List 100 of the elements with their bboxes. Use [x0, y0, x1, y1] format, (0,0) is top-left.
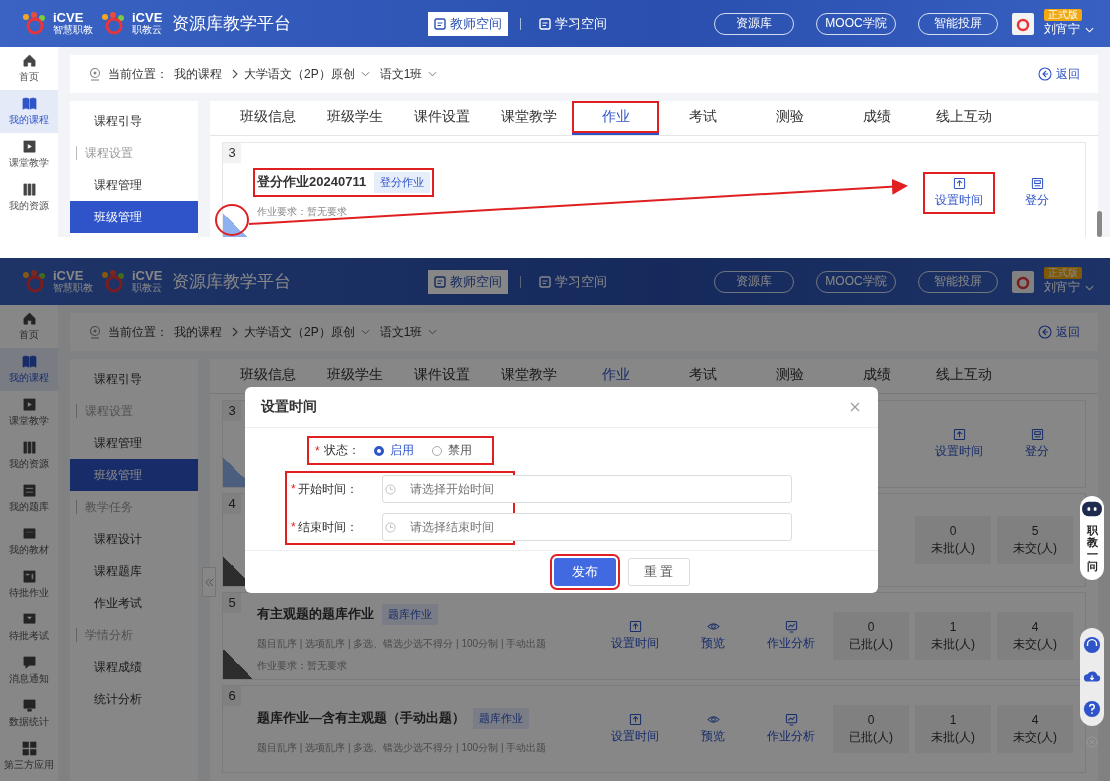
required-mark: *	[291, 482, 296, 496]
tab[interactable]: 成绩	[833, 101, 920, 135]
assignment-number: 3	[223, 143, 241, 163]
rail-nav-item[interactable]: 消息通知	[0, 649, 58, 692]
breadcrumb-item[interactable]: 语文1班	[379, 323, 442, 341]
avatar-icon[interactable]	[1012, 270, 1034, 293]
card-action-button[interactable]: 设置时间	[923, 172, 995, 214]
back-link[interactable]: 返回	[1032, 64, 1086, 84]
tab[interactable]: 班级学生	[311, 101, 398, 135]
breadcrumb-item[interactable]: 大学语文（2P）原创	[244, 65, 374, 83]
close-icon	[850, 401, 860, 412]
user-menu[interactable]: 刘宵宁	[1044, 279, 1094, 296]
stat-box: 0 已批(人)	[833, 705, 909, 753]
id-card-icon	[539, 275, 551, 288]
radio-option[interactable]: 启用	[373, 442, 414, 459]
required-mark: *	[291, 520, 296, 534]
edition-badge: 正式版	[1044, 267, 1082, 279]
reset-button[interactable]: 重 置	[627, 558, 690, 586]
sidebar-item[interactable]: 课程管理	[70, 169, 198, 201]
card-action-button[interactable]: 设置时间	[923, 423, 995, 465]
breadcrumb-item[interactable]: 语文1班	[379, 65, 442, 83]
book-icon	[21, 354, 37, 369]
rail-nav-item[interactable]: 课堂教学	[0, 133, 58, 176]
sidebar-item[interactable]: 课程题库	[70, 555, 198, 587]
card-action-button[interactable]: 预览	[677, 708, 749, 750]
tab[interactable]: 线上互动	[920, 101, 1007, 135]
space-tab[interactable]: 教师空间	[428, 269, 508, 294]
tab[interactable]: 考试	[659, 101, 746, 135]
scrollbar[interactable]	[1097, 211, 1102, 237]
date-time-field[interactable]: 请选择开始时间	[381, 475, 792, 503]
stat-box: 4 未交(人)	[997, 705, 1073, 753]
rail-nav-item[interactable]: 数据统计	[0, 692, 58, 735]
breadcrumb-item[interactable]: 我的课程	[174, 323, 226, 341]
card-action-button[interactable]: 作业分析	[755, 708, 827, 750]
tab[interactable]: 班级信息	[224, 101, 311, 135]
sidebar-item[interactable]: 课程管理	[70, 427, 198, 459]
logo-subtitle: 职教云	[132, 283, 163, 294]
tab[interactable]: 课堂教学	[485, 101, 572, 135]
rail-nav-item[interactable]: 待批作业	[0, 563, 58, 606]
sidebar-item[interactable]: 班级管理	[70, 201, 198, 233]
space-tab[interactable]: 学习空间	[533, 269, 613, 294]
play-icon	[21, 397, 37, 412]
status-label: 状态：	[323, 442, 360, 459]
tab[interactable]: 测验	[746, 359, 833, 393]
sidebar-item[interactable]: 课程设计	[70, 523, 198, 555]
assistant-widget[interactable]: 职教一问	[1080, 496, 1104, 581]
card-action-button[interactable]: 登分	[1001, 423, 1073, 465]
avatar-icon[interactable]	[1012, 12, 1034, 35]
help-icon[interactable]	[1083, 700, 1101, 718]
user-menu[interactable]: 刘宵宁	[1044, 21, 1094, 38]
sidebar-item[interactable]: 课程引导	[70, 105, 198, 137]
rail-nav-item[interactable]: 第三方应用	[0, 735, 58, 778]
play-icon	[21, 139, 37, 154]
breadcrumb-item[interactable]: 大学语文（2P）原创	[244, 323, 374, 341]
space-tab[interactable]: 教师空间	[428, 11, 508, 36]
chat-icon	[21, 655, 37, 670]
rail-nav-item[interactable]: 首页	[0, 305, 58, 348]
tab[interactable]: 课件设置	[398, 359, 485, 393]
tab[interactable]: 班级信息	[224, 359, 311, 393]
caret-icon	[1085, 284, 1094, 291]
eye-icon	[706, 713, 720, 726]
date-time-field[interactable]: 请选择结束时间	[381, 513, 792, 541]
rail-nav-item[interactable]: 我的课程	[0, 348, 58, 391]
tab[interactable]: 课堂教学	[485, 359, 572, 393]
tab[interactable]: 线上互动	[920, 359, 1007, 393]
tab[interactable]: 成绩	[833, 359, 920, 393]
assignment-type-tag: 题库作业	[473, 707, 529, 729]
sidebar-item[interactable]: 课程引导	[70, 363, 198, 395]
assignment-requirement: 作业要求：暂无要求	[256, 204, 348, 219]
tab[interactable]: 考试	[659, 359, 746, 393]
home-icon	[21, 311, 37, 326]
sidebar-item[interactable]: 班级管理	[70, 459, 198, 491]
back-link[interactable]: 返回	[1032, 322, 1086, 342]
tab[interactable]: 课件设置	[398, 101, 485, 135]
chart-icon	[784, 713, 798, 726]
tab[interactable]: 班级学生	[311, 359, 398, 393]
radio-option[interactable]: 禁用	[431, 442, 472, 459]
rail-nav-item[interactable]: 首页	[0, 47, 58, 90]
site-title: 资源库教学平台	[172, 13, 292, 35]
list-icon	[21, 483, 37, 498]
rail-nav-item[interactable]: 我的题库	[0, 477, 58, 520]
card-action-button[interactable]: 设置时间	[599, 708, 671, 750]
site-title: 资源库教学平台	[172, 271, 292, 293]
rail-nav-item[interactable]: 我的教材	[0, 520, 58, 563]
rail-nav-item[interactable]: 我的课程	[0, 90, 58, 133]
tab[interactable]: 测验	[746, 101, 833, 135]
rail-nav-item[interactable]: 待批考试	[0, 606, 58, 649]
space-tab[interactable]: 学习空间	[533, 11, 613, 36]
tab[interactable]: 作业	[572, 101, 659, 135]
rail-nav-item[interactable]: 课堂教学	[0, 391, 58, 434]
rail-nav-item[interactable]: 我的资源	[0, 434, 58, 477]
card-action-button[interactable]: 登分	[1001, 172, 1073, 214]
breadcrumb-item[interactable]: 我的课程	[174, 65, 226, 83]
sidebar-item[interactable]: 统计分析	[70, 683, 198, 715]
sidebar-item[interactable]: 作业考试	[70, 587, 198, 619]
headset-icon[interactable]	[1083, 636, 1101, 654]
sidebar-item[interactable]: 课程成绩	[70, 651, 198, 683]
back-icon	[1038, 67, 1052, 81]
stat-box: 1 未批(人)	[915, 612, 991, 660]
rail-nav-item[interactable]: 我的资源	[0, 176, 58, 219]
